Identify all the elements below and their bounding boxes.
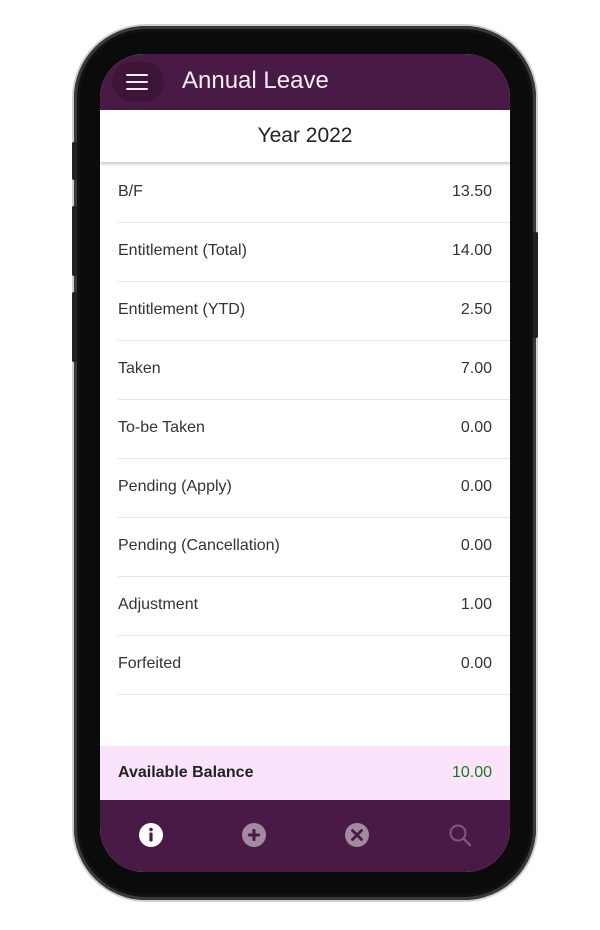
list-item-value: 14.00: [451, 242, 492, 259]
nav-info-button[interactable]: [138, 822, 164, 848]
list-item-label: Pending (Apply): [118, 478, 232, 495]
list-item-value: 0.00: [460, 537, 492, 554]
hamburger-menu-icon-line: [126, 81, 148, 83]
list-item-value: 0.00: [460, 478, 492, 495]
list-item-entitlement-total: Entitlement (Total) 14.00: [118, 223, 510, 282]
list-item-entitlement-ytd: Entitlement (YTD) 2.50: [118, 282, 510, 341]
list-item-value: 0.00: [460, 655, 492, 672]
available-balance-label: Available Balance: [118, 764, 254, 781]
list-item-value: 13.50: [451, 183, 492, 200]
list-item-value: 2.50: [460, 301, 492, 318]
list-item-adjustment: Adjustment 1.00: [118, 577, 510, 636]
list-item-label: Entitlement (YTD): [118, 301, 246, 318]
available-balance-row: Available Balance 10.00: [100, 746, 510, 800]
phone-volume-down-button: [72, 292, 77, 362]
available-balance-value: 10.00: [451, 764, 492, 781]
info-icon: [139, 823, 163, 847]
year-label: Year 2022: [257, 124, 353, 147]
menu-button[interactable]: [112, 62, 164, 102]
list-item-forfeited: Forfeited 0.00: [118, 636, 510, 695]
phone-volume-up-button: [72, 206, 77, 276]
phone-side-button: [72, 142, 77, 180]
list-item-label: Forfeited: [118, 655, 182, 672]
hamburger-menu-icon-line: [126, 88, 148, 90]
list-item-label: To-be Taken: [118, 419, 205, 436]
list-item-bf: B/F 13.50: [118, 164, 510, 223]
list-item-value: 0.00: [460, 419, 492, 436]
list-item-value: 7.00: [460, 360, 492, 377]
hamburger-menu-icon: [126, 74, 148, 76]
list-item-to-be-taken: To-be Taken 0.00: [118, 400, 510, 459]
list-item-label: Entitlement (Total): [118, 242, 247, 259]
nav-cancel-button[interactable]: [344, 822, 370, 848]
phone-power-button: [533, 232, 538, 338]
nav-add-button[interactable]: [241, 822, 267, 848]
app-screen: Annual Leave Year 2022 B/F 13.50 Entitle…: [100, 54, 510, 872]
list-item-pending-apply: Pending (Apply) 0.00: [118, 459, 510, 518]
cancel-circle-icon: [345, 823, 369, 847]
search-icon: [449, 824, 472, 847]
app-bar: Annual Leave: [100, 54, 510, 110]
list-item-pending-cancellation: Pending (Cancellation) 0.00: [118, 518, 510, 577]
list-item-label: Taken: [118, 360, 161, 377]
list-item-value: 1.00: [460, 596, 492, 613]
list-item-taken: Taken 7.00: [118, 341, 510, 400]
page-title: Annual Leave: [182, 67, 329, 94]
year-header: Year 2022: [100, 110, 510, 162]
list-item-label: Pending (Cancellation): [118, 537, 280, 554]
nav-search-button[interactable]: [447, 822, 473, 848]
list-item-label: B/F: [118, 183, 143, 200]
leave-summary-list: B/F 13.50 Entitlement (Total) 14.00 Enti…: [118, 164, 510, 695]
add-circle-icon: [242, 823, 266, 847]
bottom-navigation: [100, 800, 510, 872]
list-item-label: Adjustment: [118, 596, 199, 613]
